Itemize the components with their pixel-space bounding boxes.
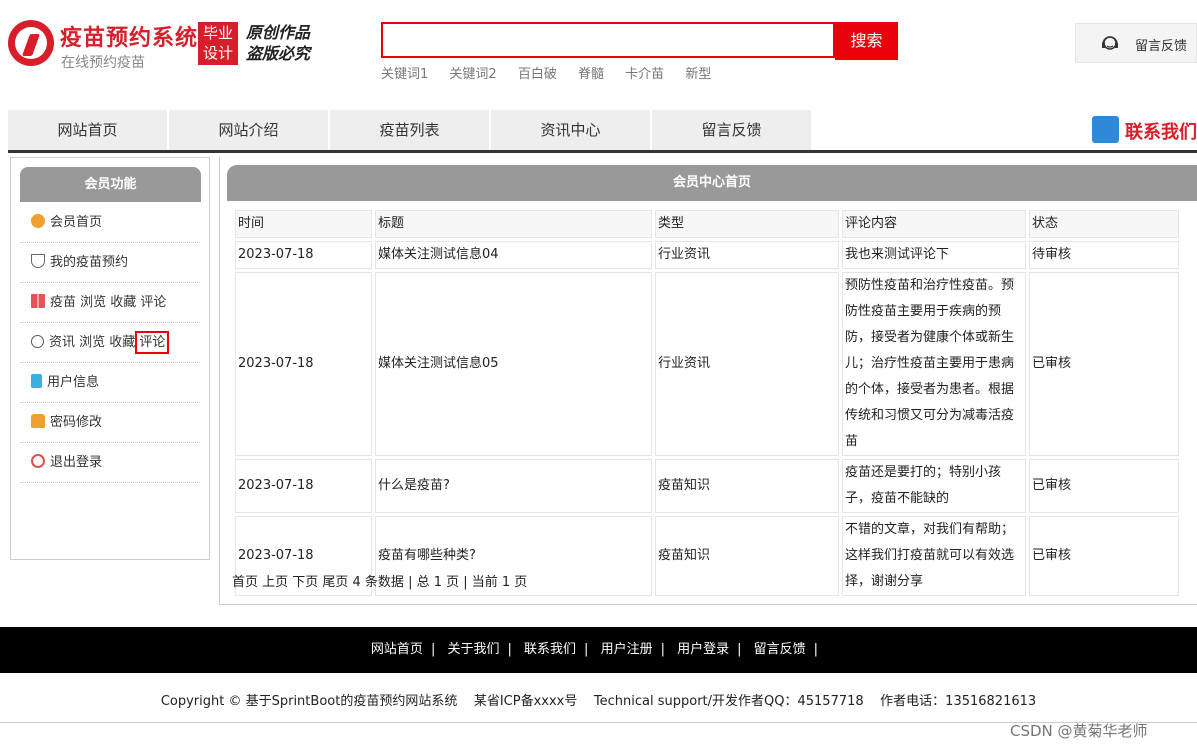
site-subtitle: 在线预约疫苗 <box>61 55 145 71</box>
column-header: 类型 <box>655 210 839 238</box>
badge-line1: 毕业 <box>202 24 233 42</box>
slogan-line2: 盗版必究 <box>246 44 311 63</box>
cell-type: 行业资讯 <box>655 272 839 456</box>
member-sidebar: 会员功能 会员首页 我的疫苗预约 疫苗 浏览 收藏 评论 资讯 浏览 收藏 评论… <box>10 157 210 560</box>
grid-icon <box>31 294 45 308</box>
footer-link-login[interactable]: 用户登录 <box>677 642 729 657</box>
lock-icon <box>31 414 45 428</box>
slogan: 原创作品 盗版必究 <box>246 22 310 64</box>
watermark: CSDN @黄菊华老师 <box>1010 722 1148 740</box>
sidebar-item-my-appointments[interactable]: 我的疫苗预约 <box>20 243 200 283</box>
search-button[interactable]: 搜索 <box>835 22 898 60</box>
heart-icon <box>31 254 45 268</box>
sidebar-item-label: 退出登录 <box>50 455 103 470</box>
clipboard-icon <box>31 374 42 388</box>
column-header: 标题 <box>375 210 652 238</box>
nav-divider <box>8 150 1197 153</box>
site-title: 疫苗预约系统 <box>60 26 199 51</box>
logo-icon <box>8 20 54 66</box>
sidebar-item-label: 疫苗 浏览 收藏 评论 <box>50 295 167 310</box>
search-input[interactable] <box>383 24 833 56</box>
table-header-row: 时间 标题 类型 评论内容 状态 <box>235 210 1179 238</box>
cell-title[interactable]: 媒体关注测试信息05 <box>375 272 652 456</box>
column-header: 时间 <box>235 210 372 238</box>
search-box <box>381 22 835 58</box>
cell-time: 2023-07-18 <box>235 241 372 269</box>
cell-type: 疫苗知识 <box>655 459 839 513</box>
cell-comment: 预防性疫苗和治疗性疫苗。预防性疫苗主要用于疾病的预防，接受者为健康个体或新生儿；… <box>842 272 1026 456</box>
sidebar-item-label: 用户信息 <box>47 375 100 390</box>
sidebar-item-label: 会员首页 <box>50 215 103 230</box>
footer-link-about[interactable]: 关于我们 <box>447 642 499 657</box>
panel-title: 会员中心首页 <box>227 165 1197 201</box>
cell-time: 2023-07-18 <box>235 459 372 513</box>
nav-item-home[interactable]: 网站首页 <box>8 110 167 150</box>
timer-icon <box>31 335 44 348</box>
cell-status: 已审核 <box>1029 272 1179 456</box>
sidebar-item-label: 资讯 浏览 收藏 <box>49 335 136 350</box>
cell-time: 2023-07-18 <box>235 272 372 456</box>
news-comments-link[interactable]: 评论 <box>135 331 170 354</box>
pagination[interactable]: 首页 上页 下页 尾页 4 条数据 | 总 1 页 | 当前 1 页 <box>232 571 527 590</box>
nav-item-feedback[interactable]: 留言反馈 <box>652 110 811 150</box>
footer-link-contact[interactable]: 联系我们 <box>524 642 576 657</box>
power-icon <box>31 454 45 468</box>
cell-status: 已审核 <box>1029 516 1179 596</box>
cell-title[interactable]: 什么是疫苗? <box>375 459 652 513</box>
sidebar-item-change-password[interactable]: 密码修改 <box>20 403 200 443</box>
column-header: 状态 <box>1029 210 1179 238</box>
feedback-label: 留言反馈 <box>1135 39 1188 54</box>
nav-item-vaccines[interactable]: 疫苗列表 <box>330 110 489 150</box>
sidebar-item-member-home[interactable]: 会员首页 <box>20 203 200 243</box>
badge-line2: 设计 <box>202 44 233 62</box>
table-row: 2023-07-18 媒体关注测试信息04 行业资讯 我也来测试评论下 待审核 <box>235 241 1179 269</box>
cell-type: 疫苗知识 <box>655 516 839 596</box>
cell-type: 行业资讯 <box>655 241 839 269</box>
table-row: 2023-07-18 媒体关注测试信息05 行业资讯 预防性疫苗和治疗性疫苗。预… <box>235 272 1179 456</box>
nav-item-news[interactable]: 资讯中心 <box>491 110 650 150</box>
keyword-list: 关键词1 关键词2 百白破 脊髓 卡介苗 新型 <box>381 63 728 82</box>
sidebar-item-news-activity[interactable]: 资讯 浏览 收藏 评论 <box>20 323 200 363</box>
graduation-badge: 毕业 设计 <box>198 22 238 65</box>
cell-comment: 疫苗还是要打的；特别小孩子，疫苗不能缺的 <box>842 459 1026 513</box>
column-header: 评论内容 <box>842 210 1026 238</box>
sidebar-item-logout[interactable]: 退出登录 <box>20 443 200 483</box>
keyword-link[interactable]: 百白破 <box>518 67 557 82</box>
footer-links: 网站首页 | 关于我们 | 联系我们 | 用户注册 | 用户登录 | 留言反馈 | <box>370 642 819 657</box>
keyword-link[interactable]: 新型 <box>685 67 711 82</box>
phone-icon <box>1092 116 1119 143</box>
sidebar-title: 会员功能 <box>20 167 201 202</box>
keyword-link[interactable]: 关键词1 <box>381 67 428 82</box>
copyright: Copyright © 基于SprintBoot的疫苗预约网站系统 某省ICP备… <box>160 694 1037 709</box>
cell-comment: 我也来测试评论下 <box>842 241 1026 269</box>
contact-us-link[interactable]: 联系我们 <box>1090 110 1197 150</box>
footer-link-register[interactable]: 用户注册 <box>601 642 653 657</box>
footer-link-home[interactable]: 网站首页 <box>371 642 423 657</box>
feedback-link[interactable]: 留言反馈 <box>1075 23 1197 63</box>
keyword-link[interactable]: 关键词2 <box>449 67 496 82</box>
contact-label: 联系我们 <box>1125 122 1197 143</box>
sidebar-item-vaccine-activity[interactable]: 疫苗 浏览 收藏 评论 <box>20 283 200 323</box>
headset-icon <box>1102 36 1118 50</box>
keyword-link[interactable]: 卡介苗 <box>625 67 664 82</box>
keyword-link[interactable]: 脊髓 <box>578 67 604 82</box>
cell-comment: 不错的文章，对我们有帮助；这样我们打疫苗就可以有效选择，谢谢分享 <box>842 516 1026 596</box>
nav-item-about[interactable]: 网站介绍 <box>169 110 328 150</box>
sidebar-item-user-info[interactable]: 用户信息 <box>20 363 200 403</box>
slogan-line1: 原创作品 <box>246 23 311 42</box>
footer: 网站首页 | 关于我们 | 联系我们 | 用户注册 | 用户登录 | 留言反馈 | <box>0 627 1197 673</box>
table-row: 2023-07-18 什么是疫苗? 疫苗知识 疫苗还是要打的；特别小孩子，疫苗不… <box>235 459 1179 513</box>
sidebar-item-label: 密码修改 <box>50 415 103 430</box>
cell-title[interactable]: 媒体关注测试信息04 <box>375 241 652 269</box>
sidebar-item-label: 我的疫苗预约 <box>50 255 129 270</box>
cell-status: 待审核 <box>1029 241 1179 269</box>
footer-link-feedback[interactable]: 留言反馈 <box>754 642 806 657</box>
comment-table: 时间 标题 类型 评论内容 状态 2023-07-18 媒体关注测试信息04 行… <box>232 207 1182 599</box>
cell-status: 已审核 <box>1029 459 1179 513</box>
home-icon <box>31 214 45 228</box>
